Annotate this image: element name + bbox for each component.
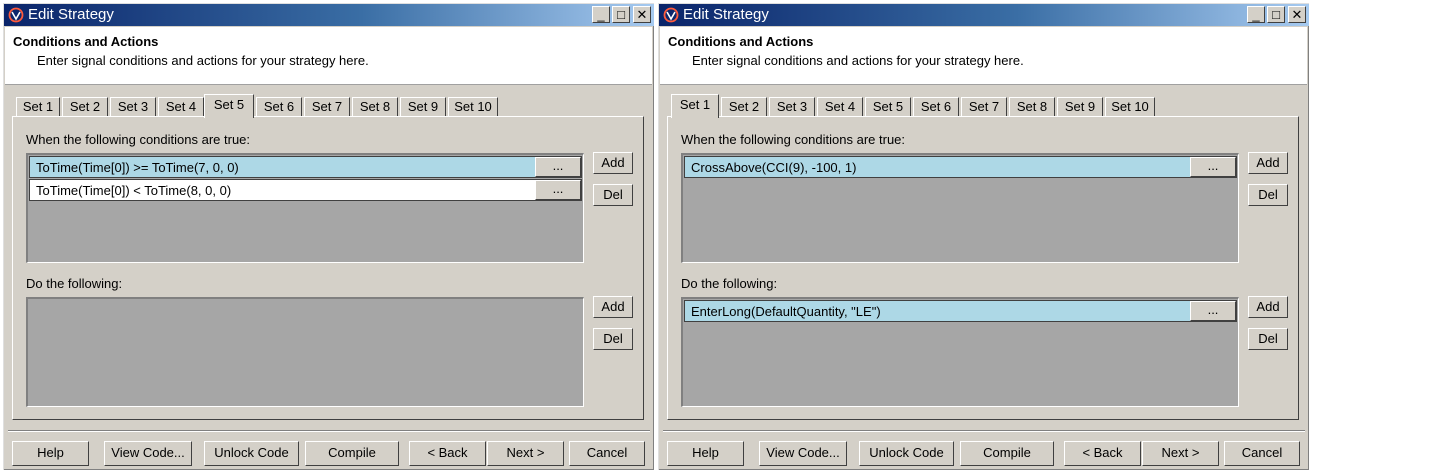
tab-set-3[interactable]: Set 3 <box>769 97 815 117</box>
action-text: EnterLong(DefaultQuantity, "LE") <box>691 304 881 319</box>
conditions-label: When the following conditions are true: <box>681 132 906 147</box>
conditions-label: When the following conditions are true: <box>26 132 251 147</box>
view-code-button[interactable]: View Code... <box>759 441 847 466</box>
edit-condition-button[interactable]: ... <box>1190 157 1236 177</box>
back-button[interactable]: < Back <box>1064 441 1141 466</box>
title-bar[interactable]: Edit Strategy _ □ ✕ <box>4 4 654 26</box>
tab-panel: When the following conditions are true: … <box>667 116 1299 420</box>
condition-text: ToTime(Time[0]) < ToTime(8, 0, 0) <box>36 183 232 198</box>
edit-condition-button[interactable]: ... <box>535 180 581 200</box>
compile-button[interactable]: Compile <box>960 441 1054 466</box>
actions-label: Do the following: <box>26 276 123 291</box>
minimize-button[interactable]: _ <box>1247 6 1265 23</box>
tab-set-6[interactable]: Set 6 <box>256 97 302 117</box>
unlock-code-button[interactable]: Unlock Code <box>204 441 299 466</box>
page-title: Conditions and Actions <box>13 34 159 49</box>
add-condition-button[interactable]: Add <box>593 152 633 174</box>
next-button[interactable]: Next > <box>487 441 564 466</box>
tab-set-1[interactable]: Set 1 <box>671 94 719 118</box>
title-bar[interactable]: Edit Strategy _ □ ✕ <box>659 4 1309 26</box>
page-header: Conditions and Actions Enter signal cond… <box>5 27 652 85</box>
maximize-button[interactable]: □ <box>612 6 630 23</box>
delete-condition-button[interactable]: Del <box>593 184 633 206</box>
edit-strategy-window-1: Edit Strategy _ □ ✕ Conditions and Actio… <box>3 3 654 470</box>
tab-set-7[interactable]: Set 7 <box>304 97 350 117</box>
tab-set-10[interactable]: Set 10 <box>448 97 498 117</box>
actions-list[interactable]: EnterLong(DefaultQuantity, "LE") ... <box>681 297 1239 407</box>
app-logo-icon <box>8 7 24 23</box>
actions-list[interactable] <box>26 297 584 407</box>
action-row[interactable]: EnterLong(DefaultQuantity, "LE") ... <box>684 300 1237 322</box>
tab-set-7[interactable]: Set 7 <box>961 97 1007 117</box>
edit-strategy-window-2: Edit Strategy _ □ ✕ Conditions and Actio… <box>658 3 1309 470</box>
tab-set-8[interactable]: Set 8 <box>1009 97 1055 117</box>
add-action-button[interactable]: Add <box>1248 296 1288 318</box>
compile-button[interactable]: Compile <box>305 441 399 466</box>
tab-set-5[interactable]: Set 5 <box>865 97 911 117</box>
conditions-list[interactable]: CrossAbove(CCI(9), -100, 1) ... <box>681 153 1239 263</box>
tab-panel: When the following conditions are true: … <box>12 116 644 420</box>
actions-label: Do the following: <box>681 276 778 291</box>
tab-set-5[interactable]: Set 5 <box>204 94 254 118</box>
tab-set-8[interactable]: Set 8 <box>352 97 398 117</box>
page-title: Conditions and Actions <box>668 34 814 49</box>
condition-text: CrossAbove(CCI(9), -100, 1) <box>691 160 857 175</box>
condition-row[interactable]: CrossAbove(CCI(9), -100, 1) ... <box>684 156 1237 178</box>
close-button[interactable]: ✕ <box>633 6 651 23</box>
footer-divider <box>8 430 650 432</box>
minimize-button[interactable]: _ <box>592 6 610 23</box>
conditions-list[interactable]: ToTime(Time[0]) >= ToTime(7, 0, 0) ... T… <box>26 153 584 263</box>
delete-condition-button[interactable]: Del <box>1248 184 1288 206</box>
back-button[interactable]: < Back <box>409 441 486 466</box>
unlock-code-button[interactable]: Unlock Code <box>859 441 954 466</box>
condition-row[interactable]: ToTime(Time[0]) < ToTime(8, 0, 0) ... <box>29 179 582 201</box>
condition-text: ToTime(Time[0]) >= ToTime(7, 0, 0) <box>36 160 239 175</box>
add-action-button[interactable]: Add <box>593 296 633 318</box>
tab-set-9[interactable]: Set 9 <box>400 97 446 117</box>
edit-action-button[interactable]: ... <box>1190 301 1236 321</box>
edit-condition-button[interactable]: ... <box>535 157 581 177</box>
delete-action-button[interactable]: Del <box>593 328 633 350</box>
help-button[interactable]: Help <box>12 441 89 466</box>
window-title: Edit Strategy <box>28 6 114 23</box>
tab-set-3[interactable]: Set 3 <box>110 97 156 117</box>
tab-set-10[interactable]: Set 10 <box>1105 97 1155 117</box>
next-button[interactable]: Next > <box>1142 441 1219 466</box>
tab-set-1[interactable]: Set 1 <box>16 97 60 117</box>
page-subtitle: Enter signal conditions and actions for … <box>692 53 1024 68</box>
page-header: Conditions and Actions Enter signal cond… <box>660 27 1307 85</box>
view-code-button[interactable]: View Code... <box>104 441 192 466</box>
tab-set-2[interactable]: Set 2 <box>721 97 767 117</box>
close-button[interactable]: ✕ <box>1288 6 1306 23</box>
window-title: Edit Strategy <box>683 6 769 23</box>
tab-set-6[interactable]: Set 6 <box>913 97 959 117</box>
page-subtitle: Enter signal conditions and actions for … <box>37 53 369 68</box>
app-logo-icon <box>663 7 679 23</box>
condition-row[interactable]: ToTime(Time[0]) >= ToTime(7, 0, 0) ... <box>29 156 582 178</box>
tab-set-9[interactable]: Set 9 <box>1057 97 1103 117</box>
tab-set-2[interactable]: Set 2 <box>62 97 108 117</box>
maximize-button[interactable]: □ <box>1267 6 1285 23</box>
tab-set-4[interactable]: Set 4 <box>158 97 204 117</box>
cancel-button[interactable]: Cancel <box>569 441 645 466</box>
tab-set-4[interactable]: Set 4 <box>817 97 863 117</box>
add-condition-button[interactable]: Add <box>1248 152 1288 174</box>
cancel-button[interactable]: Cancel <box>1224 441 1300 466</box>
delete-action-button[interactable]: Del <box>1248 328 1288 350</box>
help-button[interactable]: Help <box>667 441 744 466</box>
footer-divider <box>663 430 1305 432</box>
